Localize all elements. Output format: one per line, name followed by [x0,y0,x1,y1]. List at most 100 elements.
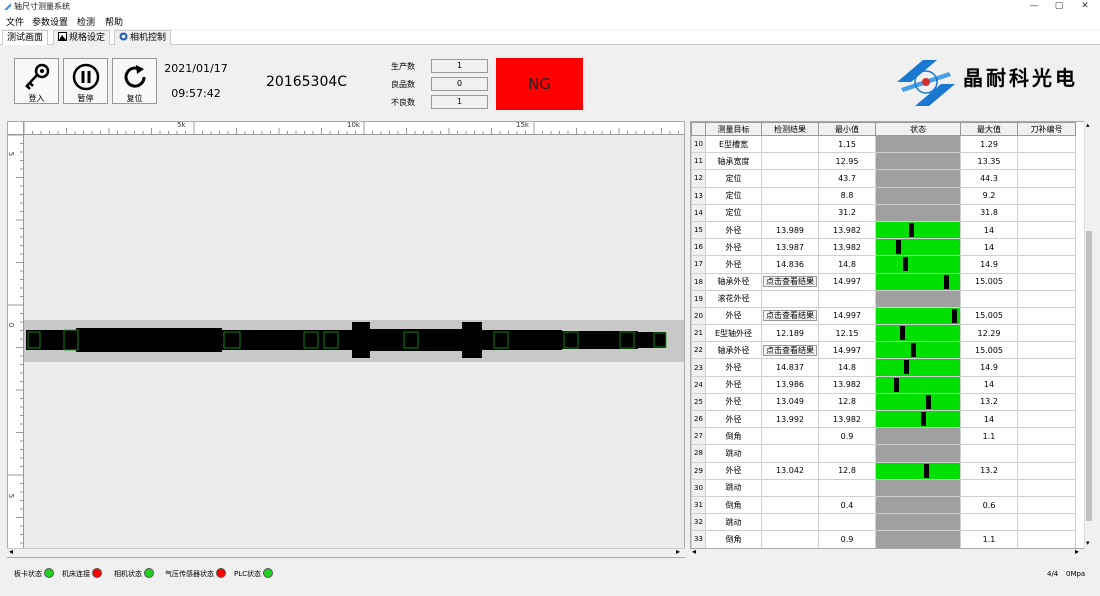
status-cell [875,427,961,446]
tab-spec-settings[interactable]: 规格设定 [53,30,111,45]
status-marker [900,326,905,341]
current-date: 2021/01/17 [164,62,228,75]
ruler-label: 10k [347,122,360,129]
status-cell [875,134,961,154]
result-cell [761,427,819,446]
target-cell: 外径 [705,392,762,412]
result-cell [761,513,819,532]
scroll-right-icon[interactable]: ▸ [676,547,680,556]
tool-comp-cell [1017,169,1076,188]
scroll-thumb[interactable] [1086,231,1092,521]
min-cell: 31.2 [818,203,876,222]
target-cell: 轴承外径 [705,341,762,360]
status-cell [875,324,961,343]
result-cell: 13.989 [761,220,819,240]
result-cell: 点击查看结果 [761,306,819,326]
result-indicator: NG [496,58,583,110]
row-index: 25 [691,392,706,412]
table-row: 22 轴承外径 点击查看结果 14.997 15.005 [691,341,1076,360]
max-cell: 14.9 [960,358,1018,377]
column-header: 最小值 [818,122,876,136]
tool-comp-cell [1017,186,1076,205]
max-cell: 15.005 [960,306,1018,326]
view-result-button[interactable]: 点击查看结果 [763,310,817,322]
reset-button[interactable]: 复位 [112,58,157,104]
status-cell [875,238,961,257]
scroll-left-icon[interactable]: ◂ [9,547,13,556]
target-cell: 跳动 [705,478,762,497]
image-viewer[interactable]: 5k 10k 15k 5 0 5 [7,121,685,558]
pause-button[interactable]: 暂停 [63,58,108,104]
result-cell: 14.837 [761,358,819,377]
min-cell: 13.982 [818,238,876,257]
menu-inspect[interactable]: 检测 [77,15,95,28]
scroll-up-icon[interactable]: ▴ [1086,121,1090,129]
ruler-label: 5k [177,122,186,129]
table-horizontal-scrollbar[interactable]: ◂ ▸ [690,547,1093,557]
menu-parameters[interactable]: 参数设置 [32,15,68,28]
table-row: 18 轴承外径 点击查看结果 14.997 15.005 [691,272,1076,291]
result-cell: 13.049 [761,392,819,412]
good-count-label: 良品数 [391,80,415,89]
row-index: 24 [691,375,706,394]
status-label: PLC状态 [234,570,262,578]
status-indicator-icon [216,568,226,578]
table-row: 17 外径 14.836 14.8 14.9 [691,255,1076,274]
target-cell: 外径 [705,238,762,257]
max-cell: 13.2 [960,392,1018,412]
result-cell [761,289,819,308]
minimize-button[interactable]: — [1021,0,1047,13]
row-index: 21 [691,324,706,343]
row-index: 15 [691,220,706,240]
page-indicator: 4/4 [1047,570,1059,578]
table-vertical-scrollbar[interactable]: ▴ ▾ [1084,121,1093,549]
max-cell: 31.8 [960,203,1018,222]
max-cell: 44.3 [960,169,1018,188]
column-header: 状态 [875,122,961,136]
row-index: 27 [691,427,706,446]
result-cell: 13.986 [761,375,819,394]
ruler-label: 5 [8,493,16,499]
view-result-button[interactable]: 点击查看结果 [763,344,817,356]
column-header: 测量目标 [705,122,762,136]
max-cell: 12.29 [960,324,1018,343]
row-index: 29 [691,461,706,480]
tool-comp-cell [1017,478,1076,497]
table-row: 28 跳动 [691,444,1076,463]
tab-test-screen[interactable]: 测试画面 [2,30,49,45]
min-cell: 1.15 [818,134,876,154]
table-row: 27 倒角 0.9 1.1 [691,427,1076,446]
result-cell: 13.992 [761,409,819,429]
menu-file[interactable]: 文件 [6,15,24,28]
menu-help[interactable]: 帮助 [105,15,123,28]
close-button[interactable]: ✕ [1072,0,1098,13]
scroll-left-icon[interactable]: ◂ [692,547,696,556]
app-icon [4,3,11,10]
maximize-button[interactable]: ▢ [1046,0,1072,13]
logo-icon [897,60,955,106]
max-cell: 15.005 [960,341,1018,360]
result-cell [761,152,819,171]
viewer-horizontal-scrollbar[interactable]: ◂ ▸ [7,547,685,557]
view-result-button[interactable]: 点击查看结果 [763,276,817,288]
table-row: 19 滚花外径 [691,289,1076,308]
table-row: 30 跳动 [691,478,1076,497]
login-button[interactable]: 登入 [14,58,59,104]
result-cell [761,444,819,463]
row-index: 12 [691,169,706,188]
target-cell: 外径 [705,409,762,429]
scroll-right-icon[interactable]: ▸ [1075,547,1079,556]
max-cell: 1.1 [960,427,1018,446]
status-cell [875,186,961,205]
image-icon [58,32,67,41]
pause-label: 暂停 [77,94,94,103]
table-row: 29 外径 13.042 12.8 13.2 [691,461,1076,480]
status-cell [875,341,961,360]
status-indicator-icon [44,568,54,578]
max-cell: 14.9 [960,255,1018,274]
max-cell [960,513,1018,532]
tab-camera-control[interactable]: 相机控制 [114,30,172,45]
min-cell [818,478,876,497]
result-cell [761,186,819,205]
scroll-down-icon[interactable]: ▾ [1086,539,1090,547]
